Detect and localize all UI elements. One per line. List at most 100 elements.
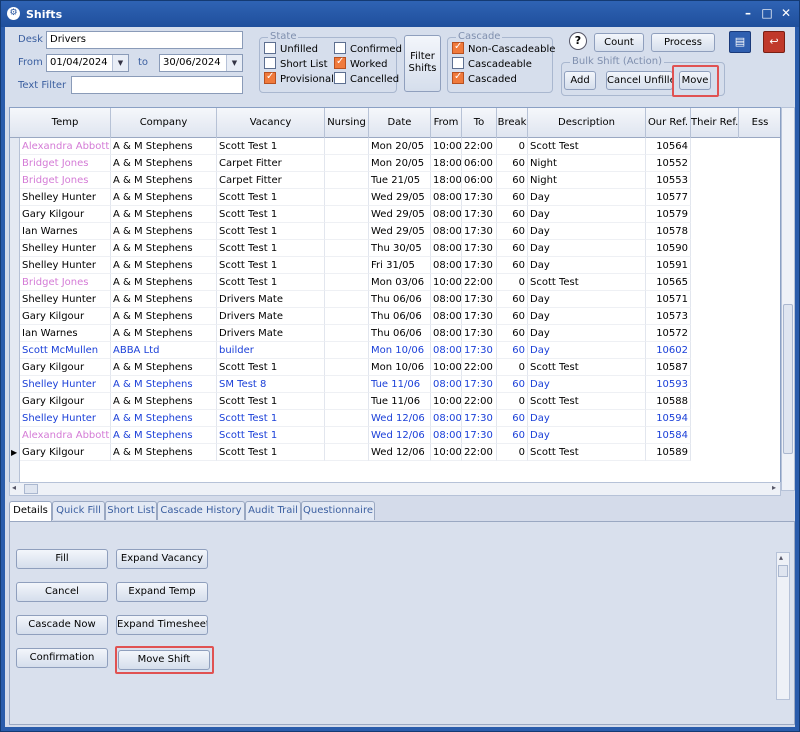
- table-row[interactable]: ▶ Gary Kilgour A & M Stephens Scott Test 1 W…: [10, 444, 780, 461]
- scroll-thumb[interactable]: [783, 304, 793, 454]
- confirmation-button[interactable]: Confirmation: [16, 648, 108, 668]
- column-header-nursing[interactable]: Nursing: [325, 108, 369, 138]
- table-row[interactable]: Ian Warnes A & M Stephens Scott Test 1 Wed …: [10, 223, 780, 240]
- column-header-vacancy[interactable]: Vacancy: [217, 108, 325, 138]
- tab-cascade-history[interactable]: Cascade History: [157, 501, 245, 520]
- table-row[interactable]: Bridget Jones A & M Stephens Scott Test 1 M…: [10, 274, 780, 291]
- column-header-ess[interactable]: Ess: [739, 108, 780, 138]
- state-checkbox-0[interactable]: Unfilled: [264, 42, 318, 55]
- cascade-now-button[interactable]: Cascade Now: [16, 615, 108, 635]
- current-row-icon: ▶: [11, 448, 18, 457]
- column-header-date[interactable]: Date: [369, 108, 431, 138]
- table-row[interactable]: Alexandra Abbott A & M Stephens Scott Test…: [10, 427, 780, 444]
- column-header-desc[interactable]: Description: [528, 108, 646, 138]
- state-checkbox-5[interactable]: Cancelled: [334, 72, 399, 85]
- panel-scrollbar[interactable]: ▴: [776, 552, 790, 700]
- column-header-their[interactable]: Their Ref.: [691, 108, 739, 138]
- column-header-ref[interactable]: Our Ref.: [646, 108, 691, 138]
- cell-brk: 60: [497, 189, 528, 206]
- checkbox-icon[interactable]: [452, 71, 464, 84]
- checkbox-icon[interactable]: [264, 71, 276, 84]
- checkbox-icon[interactable]: [334, 72, 346, 84]
- help-icon[interactable]: ?: [569, 32, 587, 50]
- checkbox-icon[interactable]: [264, 57, 276, 69]
- tab-details[interactable]: Details: [9, 501, 52, 522]
- column-header-temp[interactable]: Temp: [20, 108, 111, 138]
- to-date-input[interactable]: 30/06/2024 ▼: [159, 54, 243, 72]
- filter-shifts-button[interactable]: Filter Shifts: [404, 35, 441, 92]
- table-row[interactable]: Scott McMullen ABBA Ltd builder Mon 10/06 08…: [10, 342, 780, 359]
- export-icon[interactable]: ▤: [729, 31, 751, 53]
- cell-nursing: [325, 291, 369, 308]
- cell-temp: Gary Kilgour: [20, 393, 111, 410]
- column-header-to[interactable]: To: [462, 108, 497, 138]
- cell-company: A & M Stephens: [111, 376, 217, 393]
- exit-icon[interactable]: ↩: [763, 31, 785, 53]
- fill-button[interactable]: Fill: [16, 549, 108, 569]
- desk-input[interactable]: Drivers: [46, 31, 243, 49]
- cancel-unfilled-button[interactable]: Cancel Unfilled: [606, 71, 673, 90]
- close-icon[interactable]: ✕: [779, 6, 793, 20]
- checkbox-icon[interactable]: [264, 42, 276, 54]
- text-filter-input[interactable]: [71, 76, 243, 94]
- table-row[interactable]: Gary Kilgour A & M Stephens Scott Test 1 Mo…: [10, 359, 780, 376]
- column-header-company[interactable]: Company: [111, 108, 217, 138]
- minimize-icon[interactable]: –: [741, 6, 755, 20]
- count-button[interactable]: Count: [594, 33, 644, 52]
- table-row[interactable]: Bridget Jones A & M Stephens Carpet Fitter…: [10, 155, 780, 172]
- scroll-thumb-h[interactable]: [24, 484, 38, 494]
- client-area: Desk Drivers From 01/04/2024 ▼ to 30/06/2…: [5, 27, 795, 727]
- table-row[interactable]: Shelley Hunter A & M Stephens Scott Test 1…: [10, 189, 780, 206]
- checkbox-icon[interactable]: [452, 41, 464, 54]
- state-checkbox-1[interactable]: Confirmed: [334, 42, 402, 55]
- expand-timesheet-button[interactable]: Expand Timesheet: [116, 615, 208, 635]
- scroll-up-icon[interactable]: ▴: [779, 553, 783, 562]
- bulk-add-button[interactable]: Add: [564, 71, 596, 90]
- cascade-checkbox-2[interactable]: Cascaded: [452, 71, 517, 85]
- tab-short-list[interactable]: Short List: [105, 501, 157, 520]
- checkbox-icon[interactable]: [334, 56, 346, 69]
- cancel-button[interactable]: Cancel: [16, 582, 108, 602]
- scroll-right-icon[interactable]: ▸: [772, 483, 776, 492]
- tab-audit-trail[interactable]: Audit Trail: [245, 501, 301, 520]
- state-checkbox-2[interactable]: Short List: [264, 57, 328, 70]
- table-row[interactable]: Shelley Hunter A & M Stephens Drivers Mate…: [10, 291, 780, 308]
- checkbox-icon[interactable]: [452, 57, 464, 69]
- table-row[interactable]: Alexandra Abbott A & M Stephens Scott Test…: [10, 138, 780, 155]
- scroll-left-icon[interactable]: ◂: [12, 483, 16, 492]
- from-date-input[interactable]: 01/04/2024 ▼: [46, 54, 129, 72]
- vertical-scrollbar[interactable]: [781, 107, 795, 491]
- table-row[interactable]: Gary Kilgour A & M Stephens Drivers Mate Th…: [10, 308, 780, 325]
- chevron-down-icon[interactable]: ▼: [226, 55, 242, 71]
- table-row[interactable]: Gary Kilgour A & M Stephens Scott Test 1 We…: [10, 206, 780, 223]
- tab-questionnaire[interactable]: Questionnaire: [301, 501, 375, 520]
- table-row[interactable]: Shelley Hunter A & M Stephens Scott Test 1…: [10, 257, 780, 274]
- cell-ref: 10577: [646, 189, 691, 206]
- panel-scroll-thumb[interactable]: [778, 565, 788, 577]
- table-row[interactable]: Shelley Hunter A & M Stephens Scott Test 1…: [10, 240, 780, 257]
- tab-quick-fill[interactable]: Quick Fill: [52, 501, 105, 520]
- cell-ref: 10591: [646, 257, 691, 274]
- process-button[interactable]: Process: [651, 33, 715, 52]
- cascade-checkbox-1[interactable]: Cascadeable: [452, 57, 532, 70]
- from-label: From: [18, 57, 43, 68]
- table-row[interactable]: Ian Warnes A & M Stephens Drivers Mate Thu …: [10, 325, 780, 342]
- chevron-down-icon[interactable]: ▼: [112, 55, 128, 71]
- cell-ref: 10573: [646, 308, 691, 325]
- horizontal-scrollbar[interactable]: ◂ ▸: [9, 482, 781, 496]
- expand-temp-button[interactable]: Expand Temp: [116, 582, 208, 602]
- table-row[interactable]: Bridget Jones A & M Stephens Carpet Fitter…: [10, 172, 780, 189]
- column-header-from[interactable]: From: [431, 108, 462, 138]
- cell-to: 17:30: [462, 308, 497, 325]
- checkbox-icon[interactable]: [334, 42, 346, 54]
- table-row[interactable]: Shelley Hunter A & M Stephens Scott Test 1…: [10, 410, 780, 427]
- expand-vacancy-button[interactable]: Expand Vacancy: [116, 549, 208, 569]
- state-checkbox-4[interactable]: Provisional: [264, 71, 334, 85]
- cascade-checkbox-0[interactable]: Non-Cascadeable: [452, 41, 555, 55]
- table-row[interactable]: Shelley Hunter A & M Stephens SM Test 8 Tue…: [10, 376, 780, 393]
- state-checkbox-3[interactable]: Worked: [334, 56, 387, 70]
- table-row[interactable]: Gary Kilgour A & M Stephens Scott Test 1 Tu…: [10, 393, 780, 410]
- column-header-brk[interactable]: Break: [497, 108, 528, 138]
- maximize-icon[interactable]: □: [760, 6, 774, 20]
- cell-from: 10:00: [431, 444, 462, 461]
